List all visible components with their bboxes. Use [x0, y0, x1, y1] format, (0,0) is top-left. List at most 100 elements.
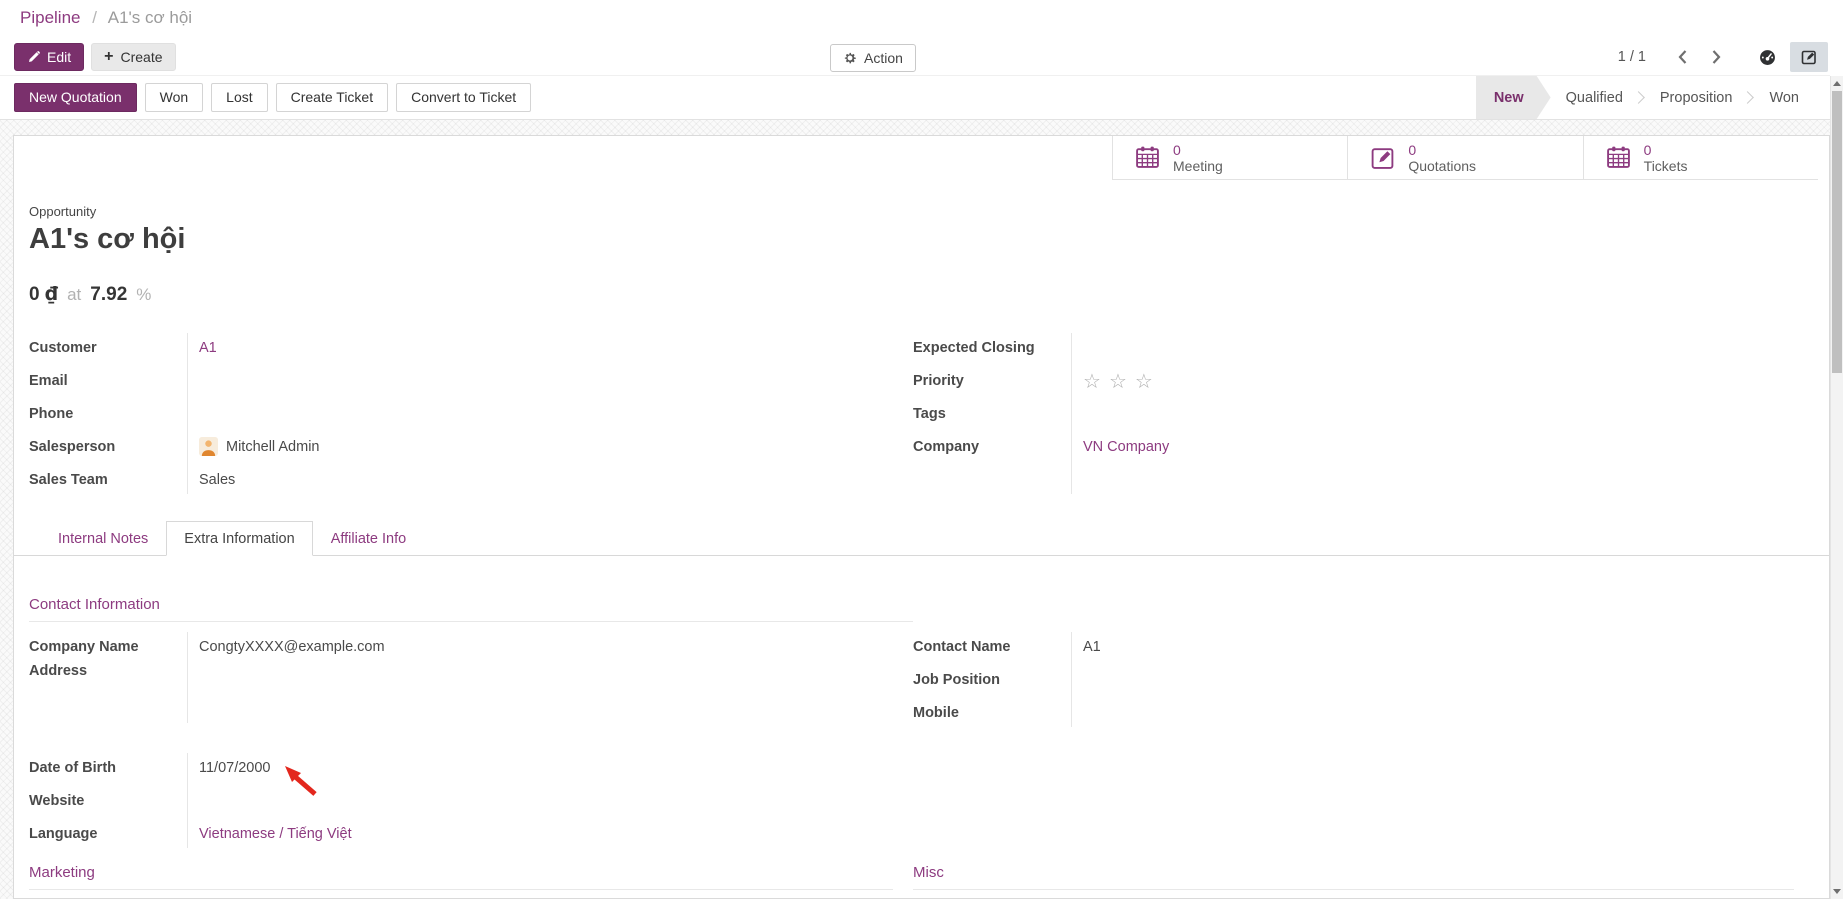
won-button[interactable]: Won — [145, 83, 204, 112]
field-label: Address — [29, 663, 187, 679]
field-row-date-of-birth: Date of Birth 11/07/2000 — [29, 751, 913, 784]
tab-extra-information[interactable]: Extra Information — [166, 521, 312, 556]
form-view-button[interactable] — [1790, 42, 1828, 72]
tab-internal-notes[interactable]: Internal Notes — [40, 521, 166, 556]
revenue-line: 0 ₫ at 7.92 % — [29, 283, 1814, 306]
contact-group-contact: Contact Name A1 Job Position Mobile — [913, 630, 1814, 729]
customer-value-link[interactable]: A1 — [187, 340, 913, 356]
tab-affiliate-info[interactable]: Affiliate Info — [313, 521, 425, 556]
main-field-groups: Customer A1 Email Phone Salesperson — [29, 331, 1814, 496]
record-type-label: Opportunity — [29, 204, 1814, 219]
form-background: 0 Meeting 0 Quotations 0 Tic — [0, 120, 1831, 899]
action-menu: Action — [830, 44, 916, 72]
sales-team-value: Sales — [187, 472, 913, 488]
tickets-label: Tickets — [1644, 158, 1688, 174]
calendar-icon — [1135, 145, 1160, 170]
create-ticket-button[interactable]: Create Ticket — [276, 83, 388, 112]
smart-button-box: 0 Meeting 0 Quotations 0 Tic — [1112, 136, 1818, 180]
create-button-label: Create — [120, 48, 162, 66]
smart-button-quotations[interactable]: 0 Quotations — [1347, 136, 1582, 179]
date-of-birth-value: 11/07/2000 — [187, 760, 913, 776]
field-label: Phone — [29, 406, 187, 422]
quotations-count: 0 — [1408, 142, 1476, 158]
notebook: Internal Notes Extra Information Affilia… — [14, 520, 1829, 890]
section-title-misc: Misc — [913, 864, 1794, 890]
currency-symbol: ₫ — [45, 283, 58, 305]
star-icon[interactable]: ☆ — [1109, 369, 1135, 393]
quotations-label: Quotations — [1408, 158, 1476, 174]
action-button-label: Action — [864, 49, 903, 67]
stage-qualified[interactable]: Qualified — [1551, 76, 1638, 119]
field-label: Customer — [29, 340, 187, 356]
group-separator-line — [1071, 632, 1072, 727]
section-title-marketing: Marketing — [29, 864, 893, 890]
field-label: Priority — [913, 373, 1071, 389]
percent-sign: % — [136, 285, 151, 305]
language-value-link[interactable]: Vietnamese / Tiếng Việt — [187, 826, 913, 842]
breadcrumb: Pipeline / A1's cơ hội — [20, 8, 192, 28]
pager-area: 1 / 1 — [1618, 42, 1828, 72]
field-row-company-name: Company Name CongtyXXXX@example.com — [29, 630, 913, 663]
pager-previous-button[interactable] — [1672, 44, 1692, 70]
group-separator-line — [187, 632, 188, 723]
form-sheet: 0 Meeting 0 Quotations 0 Tic — [13, 135, 1830, 899]
priority-stars[interactable]: ☆☆☆ — [1071, 369, 1814, 393]
stage-proposition[interactable]: Proposition — [1645, 76, 1748, 119]
statusbar-buttons: New Quotation Won Lost Create Ticket Con… — [14, 83, 531, 112]
action-button[interactable]: Action — [830, 44, 916, 72]
field-label: Expected Closing — [913, 340, 1071, 356]
avatar — [199, 437, 218, 456]
smart-button-tickets[interactable]: 0 Tickets — [1583, 136, 1818, 179]
left-field-group: Customer A1 Email Phone Salesperson — [29, 331, 913, 496]
lost-button[interactable]: Lost — [211, 83, 267, 112]
pager-next-button[interactable] — [1706, 44, 1726, 70]
star-icon[interactable]: ☆ — [1135, 369, 1161, 393]
pencil-square-icon — [1370, 145, 1395, 170]
control-panel: Pipeline / A1's cơ hội Edit + Create Act… — [0, 0, 1843, 75]
field-label: Email — [29, 373, 187, 389]
pencil-icon — [27, 51, 40, 64]
star-icon[interactable]: ☆ — [1083, 369, 1109, 393]
record-buttons: Edit + Create — [14, 43, 176, 71]
create-button[interactable]: + Create — [91, 43, 175, 71]
field-label: Company — [913, 439, 1071, 455]
stage-new[interactable]: New — [1476, 76, 1551, 119]
group-gap — [29, 725, 913, 751]
convert-to-ticket-button[interactable]: Convert to Ticket — [396, 83, 531, 112]
vertical-scrollbar[interactable] — [1830, 76, 1843, 899]
scrollbar-up-arrow-icon[interactable] — [1833, 81, 1841, 86]
field-row-company: Company VN Company — [913, 430, 1814, 463]
field-label: Job Position — [913, 672, 1071, 688]
smart-button-meeting[interactable]: 0 Meeting — [1112, 136, 1347, 179]
stage-won[interactable]: Won — [1754, 76, 1814, 119]
pencil-square-icon — [1801, 49, 1817, 65]
field-row-customer: Customer A1 — [29, 331, 913, 364]
tab-bar: Internal Notes Extra Information Affilia… — [14, 520, 1829, 556]
new-quotation-button[interactable]: New Quotation — [14, 83, 137, 112]
at-label: at — [67, 285, 81, 305]
gear-icon — [843, 51, 857, 65]
company-name-value: CongtyXXXX@example.com — [187, 639, 913, 655]
company-value-link[interactable]: VN Company — [1071, 439, 1814, 455]
field-label: Sales Team — [29, 472, 187, 488]
plus-icon: + — [104, 50, 113, 64]
stage-pipeline: New Qualified Proposition Won — [1476, 76, 1814, 119]
scrollbar-thumb[interactable] — [1832, 91, 1842, 373]
breadcrumb-pipeline-link[interactable]: Pipeline — [20, 8, 81, 27]
kanban-view-button[interactable] — [1748, 42, 1786, 72]
edit-button[interactable]: Edit — [14, 43, 84, 71]
bottom-sections: Marketing Misc — [29, 864, 1814, 890]
field-row-email: Email — [29, 364, 913, 397]
contact-left-column: Company Name CongtyXXXX@example.com Addr… — [29, 630, 913, 850]
field-label: Company Name — [29, 639, 187, 655]
field-row-salesperson: Salesperson Mitchell Admin — [29, 430, 913, 463]
scrollbar-down-arrow-icon[interactable] — [1833, 889, 1841, 894]
salesperson-value[interactable]: Mitchell Admin — [226, 439, 319, 455]
field-label: Mobile — [913, 705, 1071, 721]
pager-value: 1 / 1 — [1618, 49, 1646, 65]
field-row-language: Language Vietnamese / Tiếng Việt — [29, 817, 913, 850]
field-row-contact-name: Contact Name A1 — [913, 630, 1814, 663]
calendar-icon — [1606, 145, 1631, 170]
tab-content-extra-information: Contact Information Company Name CongtyX… — [14, 596, 1829, 890]
field-row-sales-team: Sales Team Sales — [29, 463, 913, 496]
